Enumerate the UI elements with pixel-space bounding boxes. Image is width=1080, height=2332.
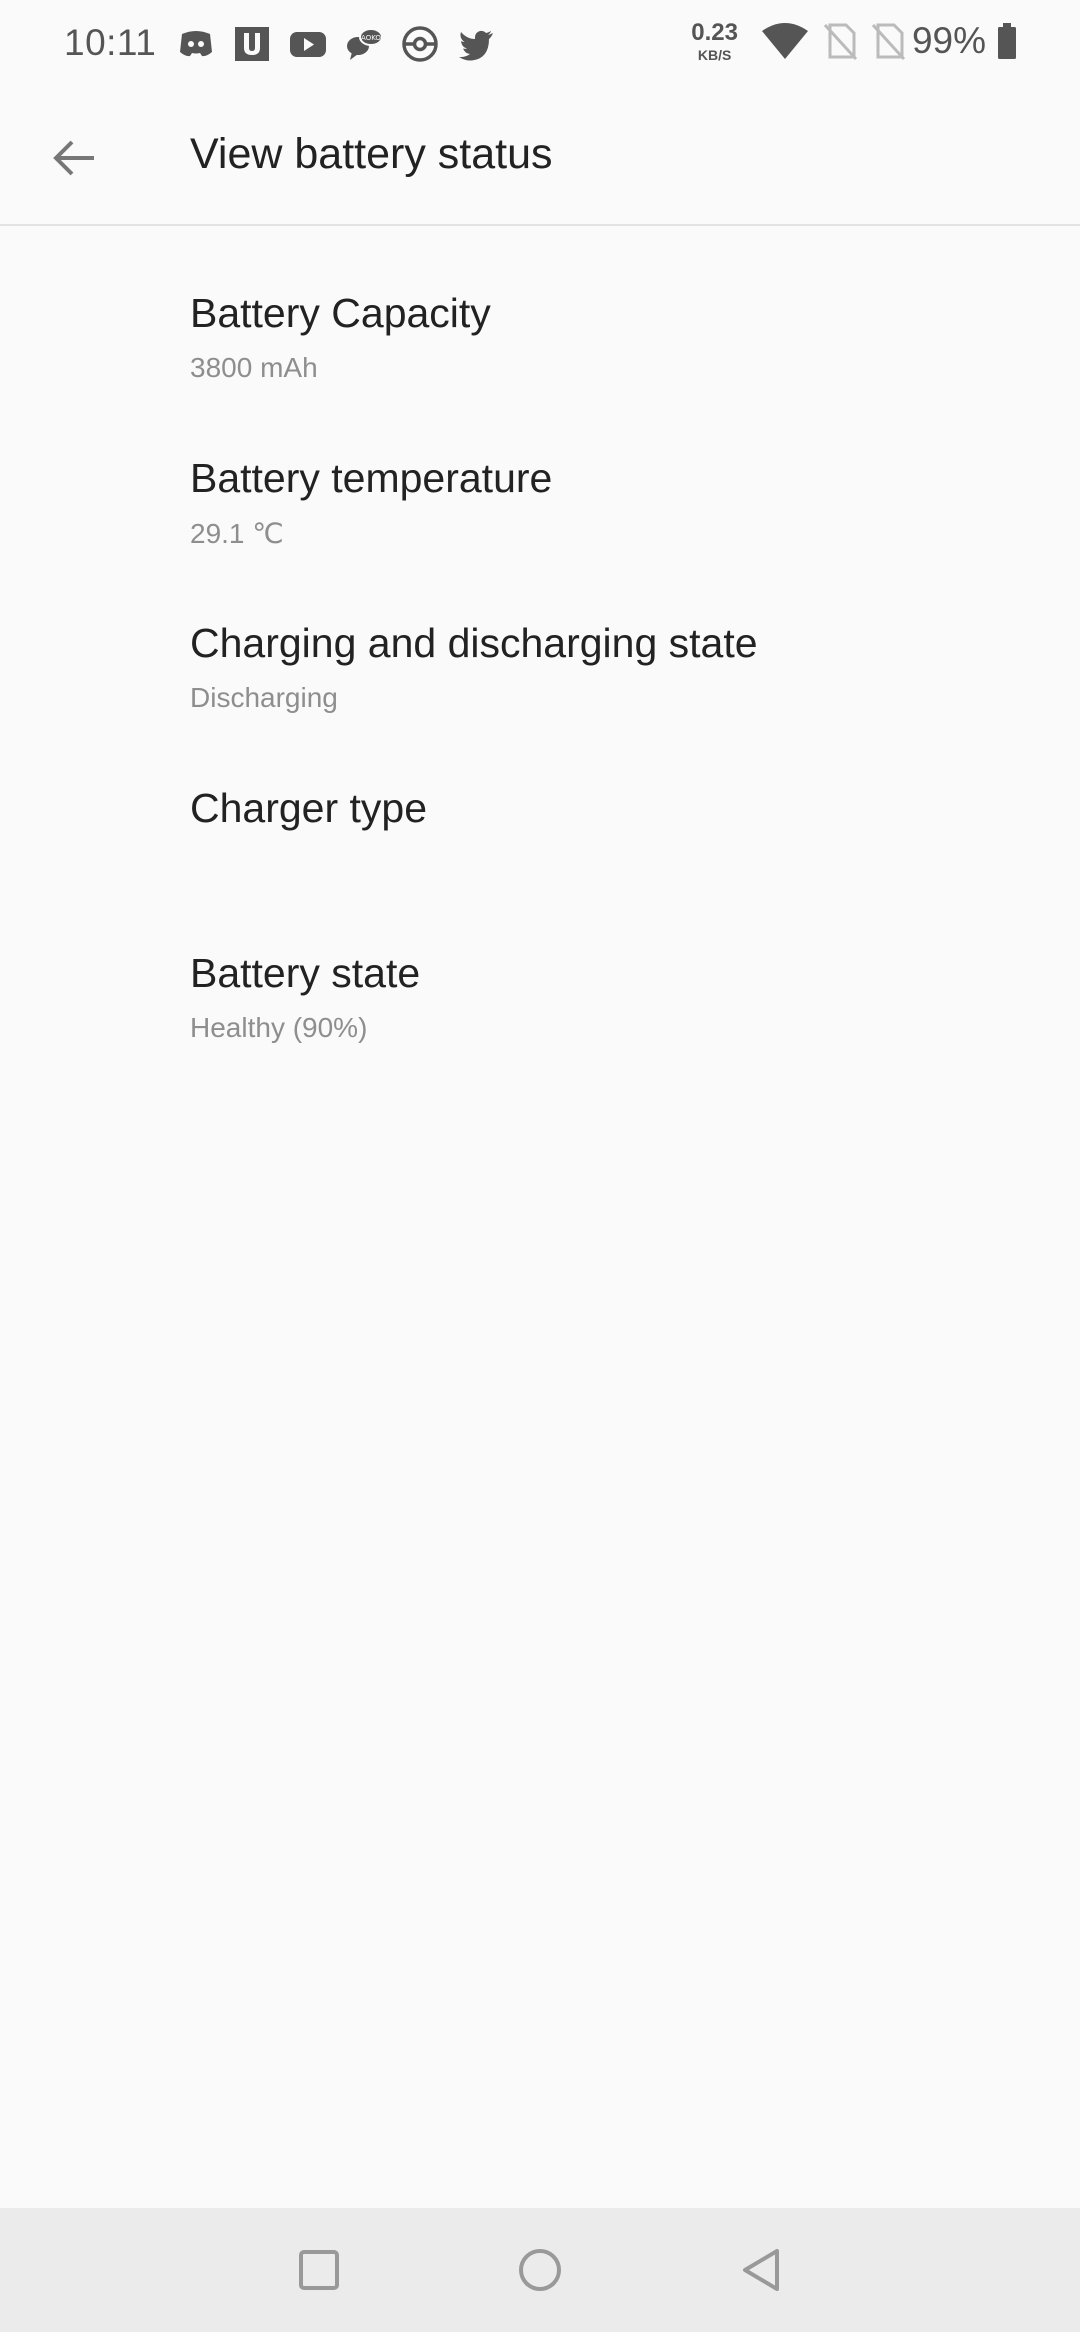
arrow-back-icon xyxy=(53,140,94,176)
wifi-icon xyxy=(761,23,808,59)
battery-info-list: Battery Capacity 3800 mAh Battery temper… xyxy=(0,266,1080,1091)
back-button[interactable] xyxy=(36,120,112,196)
item-title: Battery state xyxy=(190,950,421,996)
status-time: 10:11 xyxy=(64,22,157,63)
pokeball-icon xyxy=(402,26,438,62)
no-sim-icon xyxy=(871,23,906,61)
nav-back-button[interactable] xyxy=(722,2230,802,2310)
notification-icons: AOKO xyxy=(176,24,496,64)
status-bar: 10:11 AOKO 0.23 KB/S 99% xyxy=(0,0,1080,92)
navigation-bar xyxy=(0,2208,1080,2332)
item-subtitle: Healthy (90%) xyxy=(190,1012,368,1043)
item-title: Charger type xyxy=(190,785,428,831)
u-app-icon xyxy=(235,27,269,61)
item-title: Battery temperature xyxy=(190,455,553,501)
list-item-charger-type[interactable]: Charger type xyxy=(0,761,1080,926)
item-subtitle: 29.1 ℃ xyxy=(190,518,284,549)
item-subtitle: 3800 mAh xyxy=(190,352,318,383)
list-item-battery-state[interactable]: Battery state Healthy (90%) xyxy=(0,926,1080,1091)
app-bar: View battery status xyxy=(0,92,1080,226)
battery-percent: 99% xyxy=(911,20,986,61)
item-title: Battery Capacity xyxy=(190,290,491,336)
list-item-battery-temperature[interactable]: Battery temperature 29.1 ℃ xyxy=(0,431,1080,596)
chat-app-icon: AOKO xyxy=(347,28,383,60)
item-title: Charging and discharging state xyxy=(190,620,758,666)
network-speed: 0.23 KB/S xyxy=(691,18,738,63)
list-item-charging-state[interactable]: Charging and discharging state Dischargi… xyxy=(0,596,1080,761)
triangle-back-icon xyxy=(743,2249,779,2291)
discord-icon xyxy=(180,31,212,57)
recents-button[interactable] xyxy=(279,2230,359,2310)
twitter-icon xyxy=(459,30,493,61)
page-title: View battery status xyxy=(190,130,553,178)
home-button[interactable] xyxy=(500,2230,580,2310)
youtube-icon xyxy=(290,32,326,57)
network-speed-unit: KB/S xyxy=(697,46,732,63)
item-subtitle: Discharging xyxy=(190,682,338,713)
list-item-battery-capacity[interactable]: Battery Capacity 3800 mAh xyxy=(0,266,1080,431)
svg-text:AOKO: AOKO xyxy=(361,34,381,42)
network-speed-value: 0.23 xyxy=(691,18,738,46)
battery-icon xyxy=(998,23,1016,59)
circle-home-icon xyxy=(519,2249,561,2291)
no-sim-icon xyxy=(823,23,858,61)
status-right-group: 0.23 KB/S 99% xyxy=(691,20,1018,62)
square-recents-icon xyxy=(299,2250,339,2290)
